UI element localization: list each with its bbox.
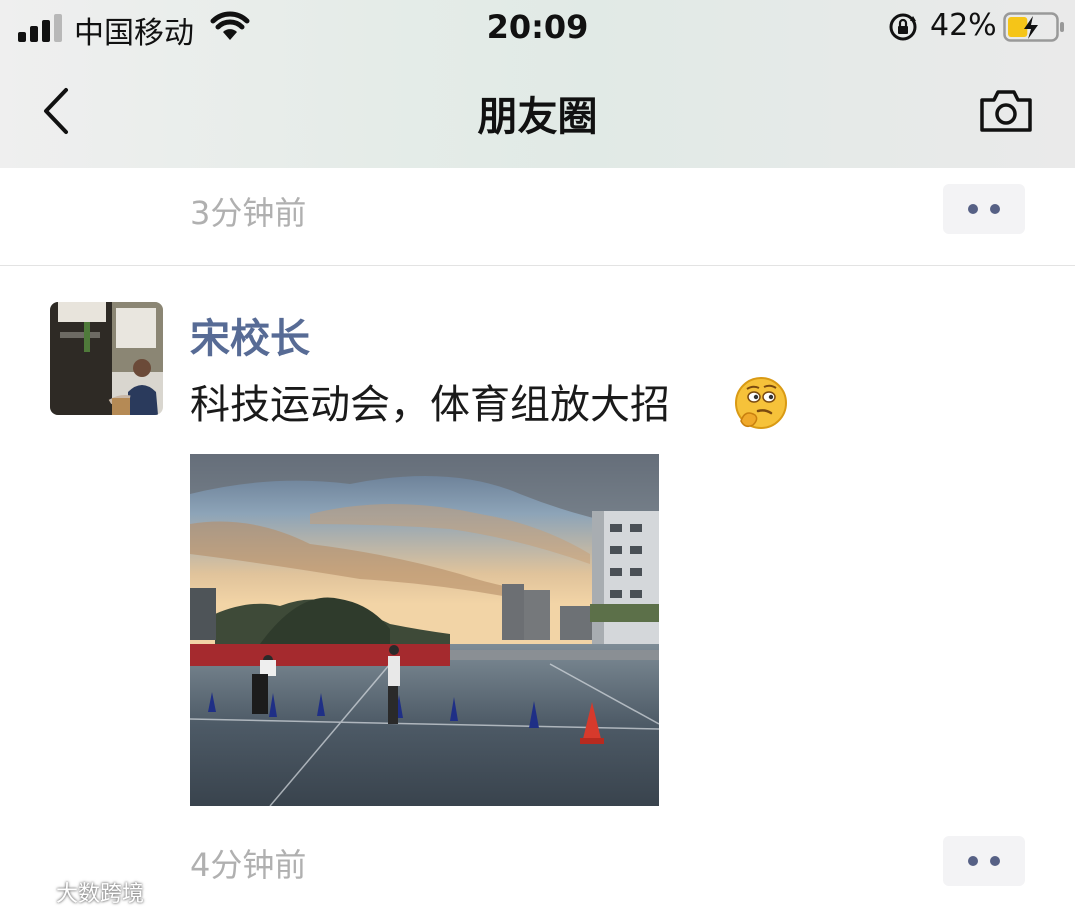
nav-bar: 朋友圈 [0, 56, 1075, 168]
avatar[interactable] [50, 302, 163, 415]
thinking-face-emoji [735, 377, 787, 429]
orientation-lock-icon [889, 13, 917, 41]
more-button[interactable] [943, 184, 1025, 234]
watermark-logo-icon [10, 884, 47, 907]
more-button[interactable] [943, 836, 1025, 886]
divider [0, 265, 1075, 266]
watermark: 大数跨境 [8, 876, 144, 909]
page-title: 朋友圈 [477, 94, 598, 140]
post-time: 4分钟前 [190, 846, 307, 884]
post-photo[interactable] [190, 454, 659, 806]
post-author[interactable]: 宋校长 [190, 306, 310, 364]
top-bar: 中国移动 20:09 42% 朋友圈 [0, 0, 1075, 168]
status-bar: 中国移动 20:09 42% [0, 0, 1075, 56]
battery-charging-icon [1003, 12, 1064, 42]
watermark-text: 大数跨境 [56, 882, 145, 907]
post-text: 科技运动会，体育组放大招 [190, 382, 670, 428]
battery-percent: 42% [930, 8, 997, 43]
camera-icon[interactable] [978, 88, 1034, 134]
post-time: 3分钟前 [190, 194, 307, 232]
